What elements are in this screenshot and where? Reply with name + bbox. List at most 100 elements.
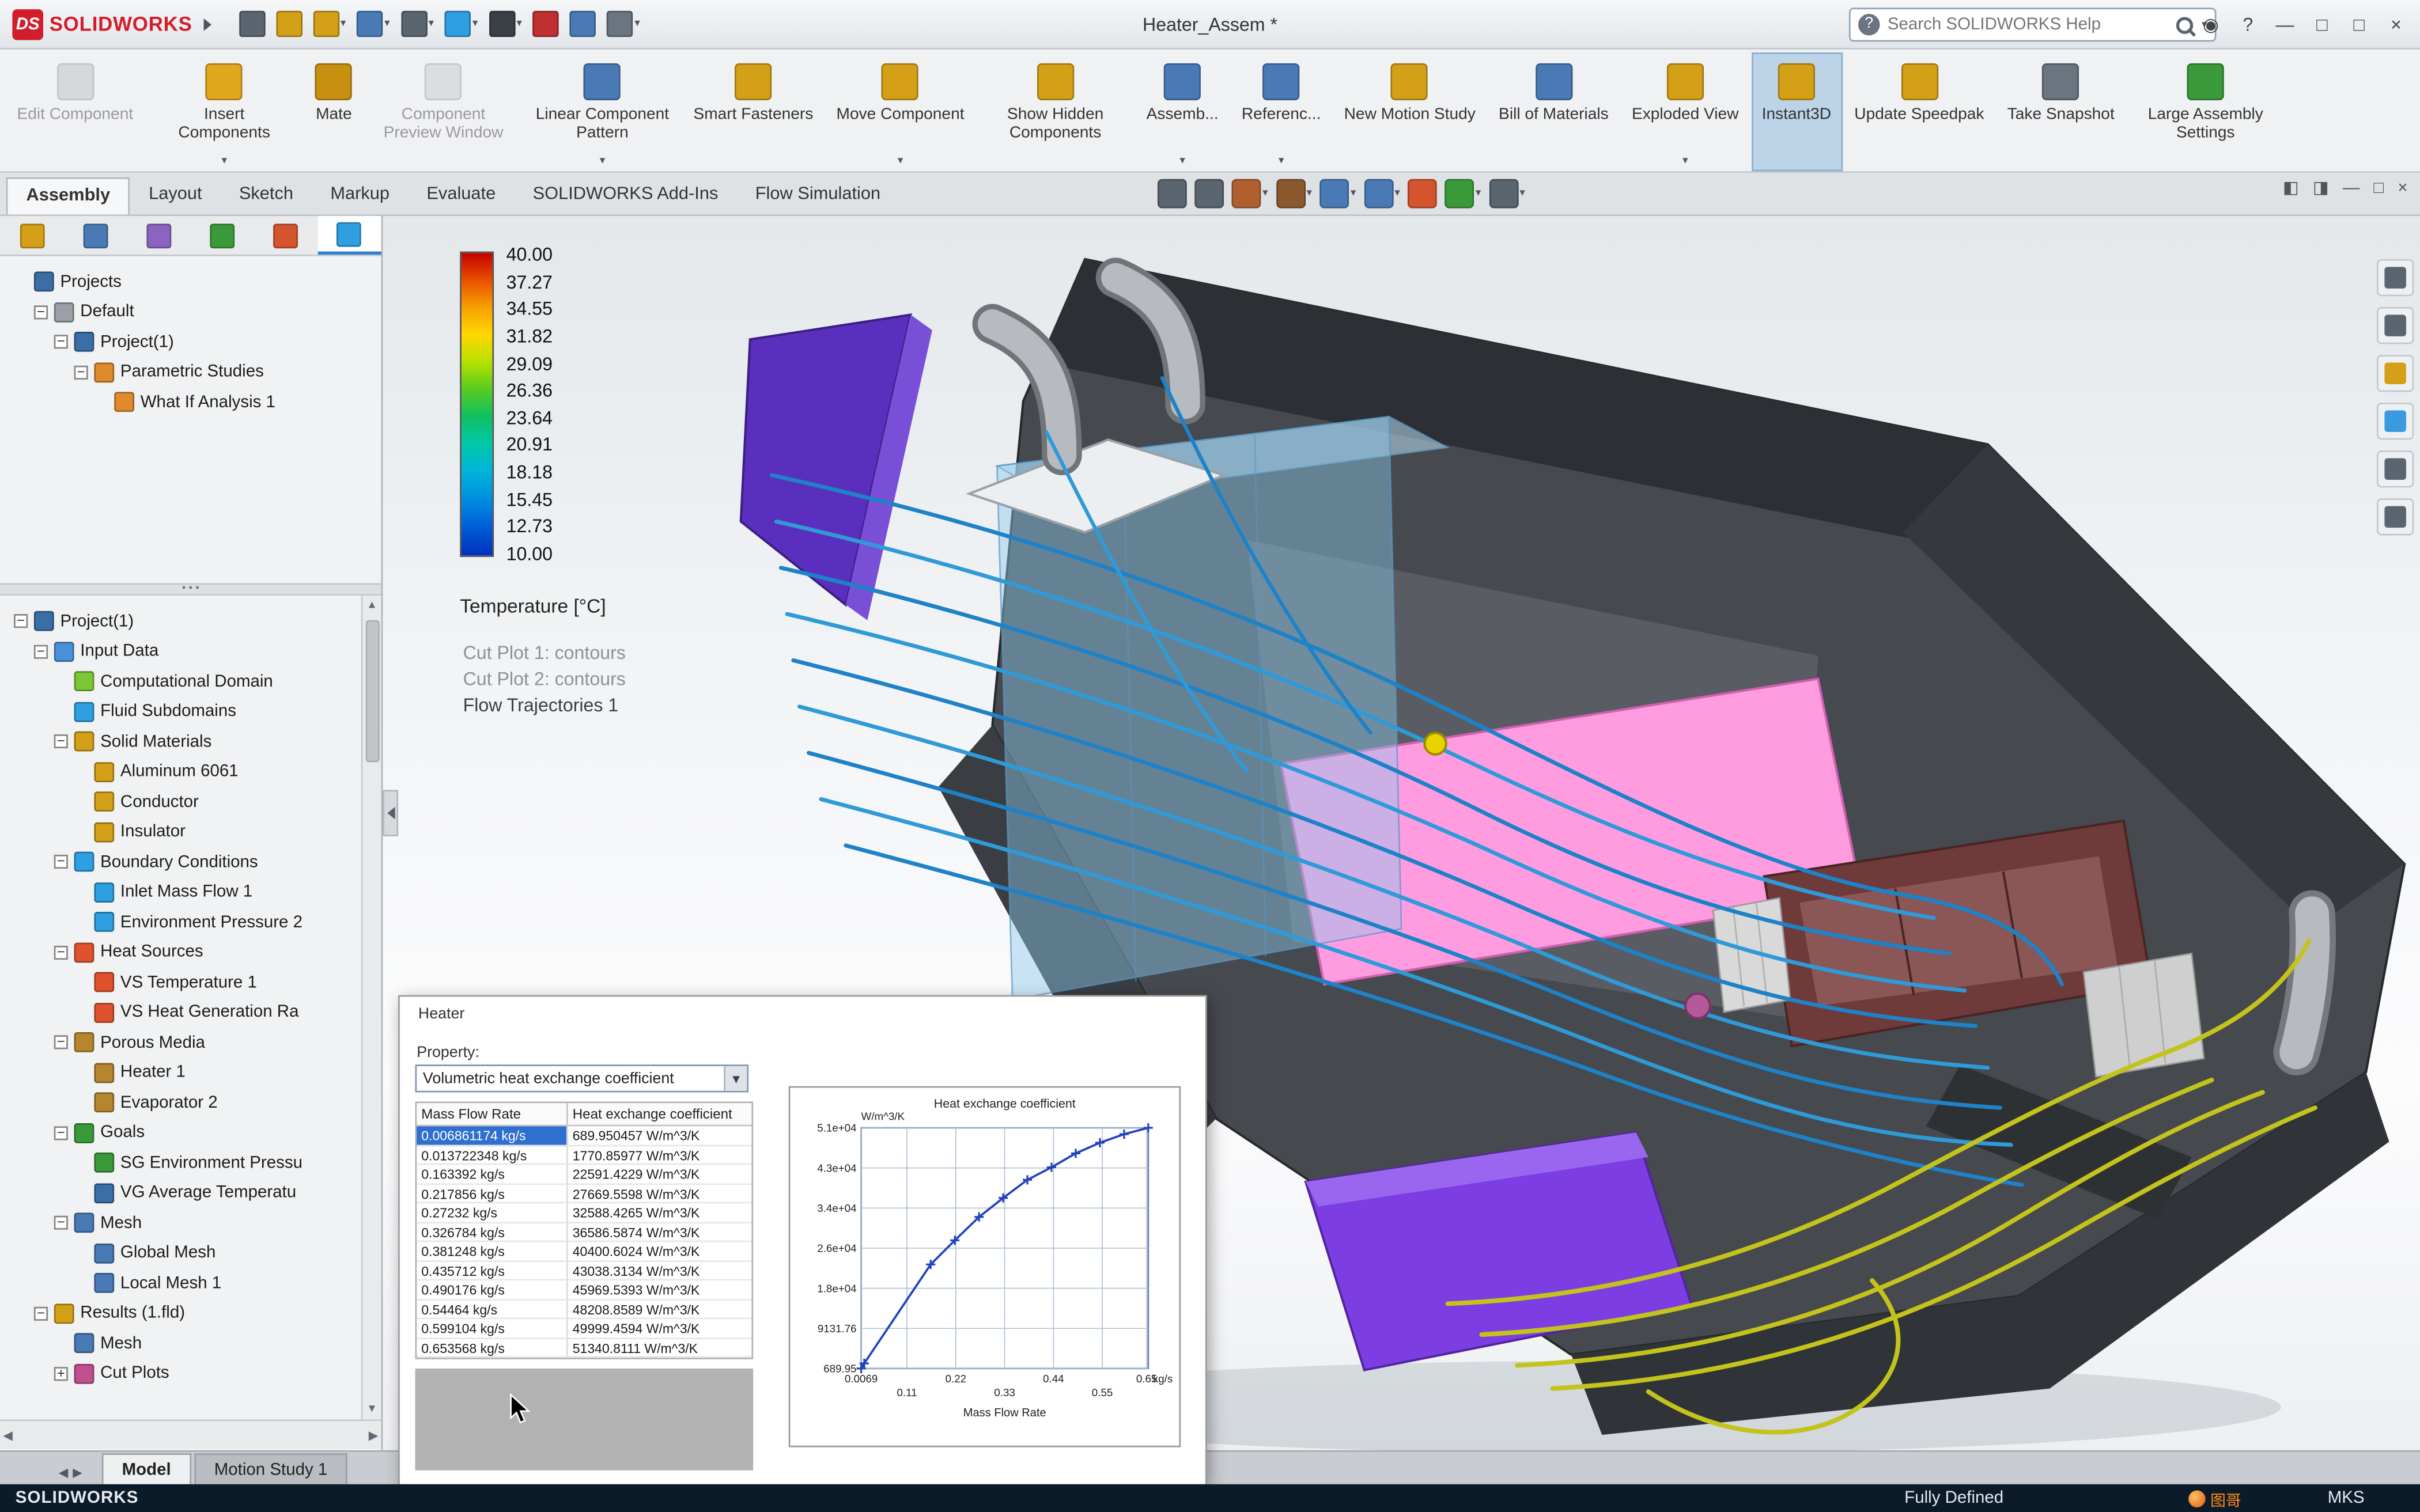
dropdown-caret-icon[interactable]: ▾ bbox=[429, 18, 434, 29]
tree-item[interactable]: − Results (1.fld) bbox=[7, 1298, 378, 1328]
dropdown-caret-icon[interactable]: ▾ bbox=[1279, 156, 1284, 167]
tree-twisty[interactable]: − bbox=[74, 365, 88, 380]
table-row[interactable]: 0.490176 kg/s 45969.5393 W/m^3/K bbox=[417, 1280, 752, 1300]
dropdown-caret-icon[interactable]: ▾ bbox=[1262, 188, 1268, 199]
coefficient-cell[interactable]: 1770.85977 W/m^3/K bbox=[568, 1146, 752, 1165]
dropdown-caret-icon[interactable]: ▾ bbox=[516, 18, 521, 29]
mass-flow-cell[interactable]: 0.326784 kg/s bbox=[417, 1222, 568, 1242]
hud-tool[interactable]: ▾ bbox=[1363, 179, 1400, 209]
tree-twisty[interactable]: − bbox=[33, 1306, 48, 1321]
hud-tool[interactable]: ▾ bbox=[1194, 179, 1224, 209]
table-row[interactable]: 0.006861174 kg/s 689.950457 W/m^3/K bbox=[417, 1126, 752, 1146]
ribbon-button[interactable]: Show Hidden Components ▾ bbox=[977, 52, 1134, 171]
tree-item[interactable]: − Project(1) bbox=[7, 327, 378, 357]
tree-item[interactable]: Environment Pressure 2 bbox=[7, 907, 378, 937]
tree-item[interactable]: − Boundary Conditions bbox=[7, 847, 378, 877]
minimize-doc-icon[interactable]: — bbox=[2343, 180, 2360, 197]
table-row[interactable]: 0.326784 kg/s 36586.5874 W/m^3/K bbox=[417, 1222, 752, 1242]
scroll-left-icon[interactable]: ◀ bbox=[3, 1428, 12, 1442]
mass-flow-cell[interactable]: 0.54464 kg/s bbox=[417, 1299, 568, 1320]
side-tool[interactable] bbox=[2377, 355, 2414, 392]
dropdown-caret-icon[interactable]: ▾ bbox=[1394, 188, 1400, 199]
tree-item[interactable]: Insulator bbox=[7, 817, 378, 847]
dropdown-caret-icon[interactable]: ▾ bbox=[1351, 188, 1356, 199]
tree-item[interactable]: Local Mesh 1 bbox=[7, 1268, 378, 1298]
plot-annotation[interactable]: Cut Plot 1: contours bbox=[463, 642, 626, 664]
coefficient-cell[interactable]: 22591.4229 W/m^3/K bbox=[568, 1165, 752, 1184]
tree-twisty[interactable]: − bbox=[54, 734, 68, 749]
ribbon-button[interactable]: New Motion Study ▾ bbox=[1333, 52, 1487, 171]
mate-reference-icon[interactable]: ▾ bbox=[530, 7, 562, 40]
panel-tab[interactable] bbox=[254, 216, 317, 255]
tree-twisty[interactable]: − bbox=[54, 1215, 68, 1230]
ribbon-button[interactable]: Exploded View ▾ bbox=[1621, 52, 1749, 171]
ribbon-button[interactable]: Move Component ▾ bbox=[826, 52, 975, 171]
coefficient-cell[interactable]: 48208.8589 W/m^3/K bbox=[568, 1300, 752, 1320]
panel-tab[interactable] bbox=[191, 216, 254, 255]
maximize-icon[interactable]: □ bbox=[2347, 14, 2370, 36]
mass-flow-cell[interactable]: 0.217856 kg/s bbox=[417, 1184, 568, 1204]
chevron-down-icon[interactable]: ▼ bbox=[724, 1066, 747, 1091]
coefficient-cell[interactable]: 45969.5393 W/m^3/K bbox=[568, 1280, 752, 1300]
tree-item[interactable]: VS Heat Generation Ra bbox=[7, 998, 378, 1028]
coefficient-cell[interactable]: 51340.8111 W/m^3/K bbox=[568, 1339, 752, 1358]
command-tab[interactable]: Assembly bbox=[6, 177, 130, 215]
tree-item[interactable]: Global Mesh bbox=[7, 1238, 378, 1268]
tree-twisty[interactable]: + bbox=[54, 1366, 68, 1381]
side-tool[interactable] bbox=[2377, 498, 2414, 536]
close-doc-icon[interactable]: × bbox=[2398, 180, 2407, 197]
mass-flow-cell[interactable]: 0.163392 kg/s bbox=[417, 1165, 568, 1184]
tree-item[interactable]: SG Environment Pressu bbox=[7, 1148, 378, 1178]
table-row[interactable]: 0.599104 kg/s 49999.4594 W/m^3/K bbox=[417, 1319, 752, 1339]
mass-flow-cell[interactable]: 0.006861174 kg/s bbox=[417, 1126, 568, 1146]
tree-item[interactable]: − Default bbox=[7, 297, 378, 327]
tree-twisty[interactable]: − bbox=[54, 335, 68, 350]
table-row[interactable]: 0.163392 kg/s 22591.4229 W/m^3/K bbox=[417, 1165, 752, 1184]
tree-item[interactable]: Evaporator 2 bbox=[7, 1087, 378, 1117]
table-row[interactable]: 0.013722348 kg/s 1770.85977 W/m^3/K bbox=[417, 1145, 752, 1165]
help-search[interactable]: ? ▾ bbox=[1848, 7, 2217, 42]
tab-scroll-right-icon[interactable]: ▶ bbox=[73, 1466, 82, 1480]
ribbon-button[interactable]: Instant3D ▾ bbox=[1750, 52, 1842, 172]
tab-scroll-left-icon[interactable]: ◀ bbox=[59, 1466, 68, 1480]
coefficient-cell[interactable]: 32588.4265 W/m^3/K bbox=[568, 1203, 752, 1223]
mass-flow-cell[interactable]: 0.653568 kg/s bbox=[417, 1338, 568, 1358]
ribbon-button[interactable]: Assemb... ▾ bbox=[1136, 52, 1230, 171]
dropdown-caret-icon[interactable]: ▾ bbox=[221, 156, 226, 167]
hud-tool[interactable]: ▾ bbox=[1157, 179, 1187, 209]
tree-item[interactable]: − Input Data bbox=[7, 636, 378, 666]
ribbon-button[interactable]: Referenc... ▾ bbox=[1231, 52, 1332, 171]
select-arrow-icon[interactable]: ▾ bbox=[486, 7, 525, 40]
ribbon-button[interactable]: Component Preview Window ▾ bbox=[365, 52, 522, 171]
minimize-icon[interactable]: — bbox=[2274, 14, 2297, 36]
tree-item[interactable]: Fluid Subdomains bbox=[7, 696, 378, 726]
command-tab[interactable]: Sketch bbox=[221, 177, 312, 214]
mass-flow-cell[interactable]: 0.599104 kg/s bbox=[417, 1319, 568, 1339]
tree-item[interactable]: Conductor bbox=[7, 787, 378, 817]
column-header[interactable]: Mass Flow Rate bbox=[417, 1103, 568, 1127]
pane-right-icon[interactable]: ◨ bbox=[2313, 180, 2329, 197]
dropdown-caret-icon[interactable]: ▾ bbox=[1519, 188, 1525, 199]
dropdown-caret-icon[interactable]: ▾ bbox=[898, 156, 903, 167]
hud-tool[interactable]: ▾ bbox=[1319, 179, 1356, 209]
command-tab[interactable]: SOLIDWORKS Add-Ins bbox=[514, 177, 736, 214]
restore-doc-icon[interactable]: □ bbox=[2373, 180, 2384, 197]
hud-tool[interactable]: ▾ bbox=[1408, 179, 1437, 209]
tree-item[interactable]: VG Average Temperatu bbox=[7, 1178, 378, 1208]
panel-splitter[interactable] bbox=[0, 583, 381, 596]
tree-item[interactable]: + Cut Plots bbox=[7, 1358, 378, 1388]
close-icon[interactable]: × bbox=[2384, 14, 2407, 36]
tree-item[interactable]: − Goals bbox=[7, 1118, 378, 1148]
ribbon-button[interactable]: Update Speedpak ▾ bbox=[1844, 52, 1995, 171]
mass-flow-cell[interactable]: 0.27232 kg/s bbox=[417, 1203, 568, 1223]
ribbon-button[interactable]: Bill of Materials ▾ bbox=[1488, 52, 1619, 171]
scroll-down-icon[interactable]: ▼ bbox=[362, 1399, 381, 1419]
coefficient-cell[interactable]: 689.950457 W/m^3/K bbox=[568, 1126, 752, 1146]
tree-item[interactable]: Computational Domain bbox=[7, 666, 378, 696]
panel-tab[interactable] bbox=[63, 216, 127, 255]
table-row[interactable]: 0.381248 kg/s 40400.6024 W/m^3/K bbox=[417, 1242, 752, 1261]
tree-twisty[interactable]: − bbox=[33, 304, 48, 319]
coefficient-cell[interactable]: 40400.6024 W/m^3/K bbox=[568, 1242, 752, 1261]
ribbon-button[interactable]: Edit Component ▾ bbox=[6, 52, 144, 171]
tree-item[interactable]: Aluminum 6061 bbox=[7, 757, 378, 787]
